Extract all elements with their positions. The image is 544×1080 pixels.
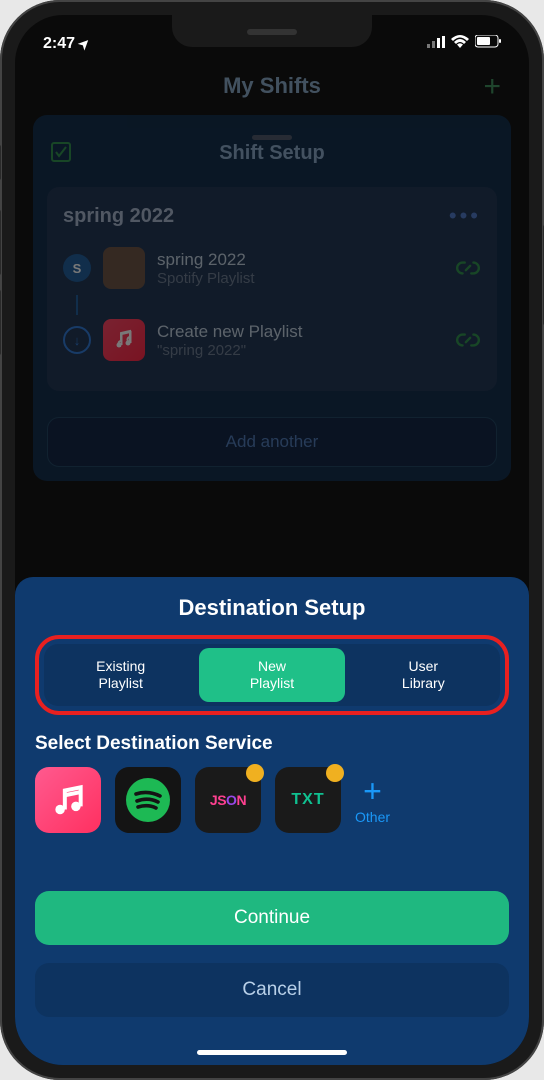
premium-badge-icon [246,764,264,782]
tab-label-line1: Existing [52,658,189,675]
source-text: spring 2022 Spotify Playlist [157,250,443,287]
destination-row[interactable]: ↓ Create new Playlist "spring 2022" [63,319,481,361]
segment-control: Existing Playlist New Playlist User Libr… [44,644,500,706]
add-shift-button[interactable]: + [483,70,501,104]
plus-icon: + [363,775,382,807]
source-secondary: Spotify Playlist [157,270,443,287]
tab-existing-playlist[interactable]: Existing Playlist [48,648,193,702]
continue-button[interactable]: Continue [35,891,509,945]
service-other[interactable]: + Other [355,775,390,825]
dest-primary: Create new Playlist [157,322,443,342]
service-json[interactable]: JSON [195,767,261,833]
tab-label-line2: Library [355,675,492,692]
cancel-button[interactable]: Cancel [35,963,509,1017]
dest-text: Create new Playlist "spring 2022" [157,322,443,359]
apple-music-icon [103,319,145,361]
destination-setup-sheet: Destination Setup Existing Playlist New … [15,577,529,1065]
other-label: Other [355,809,390,825]
dest-secondary: "spring 2022" [157,342,443,359]
shift-card: spring 2022 ••• S spring 2022 Spotify Pl… [47,187,497,391]
nav-header: My Shifts + [33,65,511,107]
unlink-icon[interactable] [455,327,481,353]
connector-line [76,295,78,315]
unlink-icon[interactable] [455,255,481,281]
playlist-thumbnail [103,247,145,289]
add-another-button[interactable]: Add another [47,417,497,467]
json-label: JSON [210,792,246,808]
status-left: 2:47 ➤ [43,35,90,53]
shift-name: spring 2022 [63,205,174,228]
tab-user-library[interactable]: User Library [351,648,496,702]
source-row[interactable]: S spring 2022 Spotify Playlist [63,247,481,289]
service-row: JSON TXT + Other [35,767,509,833]
volume-up-button[interactable] [0,210,1,275]
battery-icon [475,35,501,53]
background-content: My Shifts + Shift Setup spring 2022 ••• … [15,15,529,481]
more-icon[interactable]: ••• [449,203,481,229]
tab-label-line1: User [355,658,492,675]
tab-new-playlist[interactable]: New Playlist [199,648,344,702]
select-service-label: Select Destination Service [35,733,509,755]
service-apple-music[interactable] [35,767,101,833]
section-title: Shift Setup [47,142,497,165]
dest-title: Destination Setup [35,595,509,621]
tab-label-line1: New [203,658,340,675]
txt-label: TXT [291,791,324,809]
source-badge-icon: S [63,254,91,282]
arrow-down-icon: ↓ [63,326,91,354]
service-txt[interactable]: TXT [275,767,341,833]
premium-badge-icon [326,764,344,782]
screen: 2:47 ➤ My Shifts + [15,15,529,1065]
cellular-icon [427,35,445,53]
shift-setup-card: Shift Setup spring 2022 ••• S spring 202… [33,115,511,481]
tab-label-line2: Playlist [203,675,340,692]
notch [172,15,372,47]
wifi-icon [451,35,469,53]
location-icon: ➤ [75,34,94,53]
page-title: My Shifts [223,73,321,98]
segment-highlight: Existing Playlist New Playlist User Libr… [35,635,509,715]
tab-label-line2: Playlist [52,675,189,692]
mute-switch[interactable] [0,145,1,180]
status-time: 2:47 [43,35,75,53]
volume-down-button[interactable] [0,290,1,355]
save-icon[interactable] [51,142,71,167]
home-indicator[interactable] [197,1050,347,1055]
service-spotify[interactable] [115,767,181,833]
source-primary: spring 2022 [157,250,443,270]
music-note-icon [49,781,87,819]
status-right [427,35,501,53]
spotify-icon [124,776,172,824]
phone-frame: 2:47 ➤ My Shifts + [0,0,544,1080]
sheet-handle[interactable] [252,135,292,140]
